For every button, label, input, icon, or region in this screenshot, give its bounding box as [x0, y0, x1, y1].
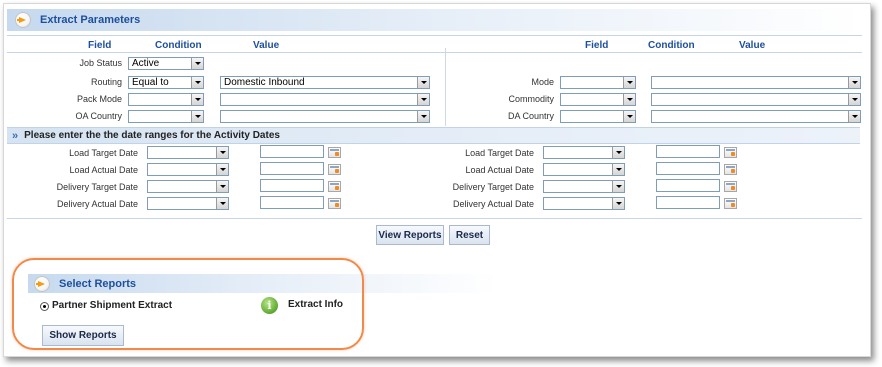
chevron-down-icon: [848, 77, 860, 88]
chevron-down-icon: [612, 164, 624, 175]
load-actual-date-select-right[interactable]: [543, 163, 625, 176]
col-field-left: Field: [88, 40, 112, 51]
load-target-date-label-right: Load Target Date: [465, 148, 534, 158]
double-chevron-icon: »: [12, 129, 19, 142]
routing-condition-value: Equal to: [132, 77, 169, 88]
chevron-down-icon: [612, 198, 624, 209]
header-divider: [7, 35, 862, 36]
column-split-divider: [445, 48, 446, 126]
da-country-value-select[interactable]: [651, 110, 861, 123]
mode-label: Mode: [531, 77, 554, 87]
job-status-value: Active: [132, 58, 160, 69]
load-actual-date-input-left[interactable]: [260, 162, 324, 175]
chevron-down-icon: [216, 181, 228, 192]
load-actual-date-label-left: Load Actual Date: [69, 165, 138, 175]
chevron-down-icon: [612, 147, 624, 158]
delivery-target-date-input-right[interactable]: [656, 179, 720, 192]
chevron-down-icon: [623, 94, 635, 105]
routing-label: Routing: [90, 77, 122, 87]
form-bottom-divider: [7, 218, 862, 219]
calendar-icon[interactable]: [724, 147, 737, 158]
commodity-condition-select[interactable]: [560, 93, 636, 106]
chevron-down-icon: [848, 111, 860, 122]
delivery-actual-date-input-right[interactable]: [656, 196, 720, 209]
load-target-date-label-left: Load Target Date: [69, 148, 138, 158]
delivery-actual-date-label-right: Delivery Actual Date: [452, 199, 534, 209]
calendar-icon[interactable]: [724, 198, 737, 209]
da-country-condition-select[interactable]: [560, 110, 636, 123]
chevron-down-icon: [417, 77, 429, 88]
delivery-target-date-input-left[interactable]: [260, 179, 324, 192]
chevron-down-icon: [417, 94, 429, 105]
date-ranges-title: Please enter the the date ranges for the…: [24, 130, 280, 141]
load-actual-date-select-left[interactable]: [147, 163, 229, 176]
delivery-target-date-label-left: Delivery Target Date: [56, 182, 138, 192]
oa-country-value-select[interactable]: [220, 110, 430, 123]
load-target-date-input-left[interactable]: [260, 145, 324, 158]
routing-condition-select[interactable]: Equal to: [128, 76, 204, 89]
chevron-down-icon: [612, 181, 624, 192]
calendar-icon[interactable]: [724, 181, 737, 192]
routing-value: Domestic Inbound: [224, 77, 305, 88]
orange-arrow-icon: [15, 12, 31, 28]
oa-country-condition-select[interactable]: [128, 110, 204, 123]
calendar-icon[interactable]: [328, 147, 341, 158]
select-reports-highlight: [12, 258, 364, 350]
calendar-icon[interactable]: [328, 198, 341, 209]
pack-mode-label: Pack Mode: [76, 94, 122, 104]
commodity-value-select[interactable]: [651, 93, 861, 106]
pack-mode-condition-select[interactable]: [128, 93, 204, 106]
chevron-down-icon: [216, 147, 228, 158]
view-reports-button[interactable]: View Reports: [376, 225, 444, 245]
col-condition-left: Condition: [155, 40, 202, 51]
chevron-down-icon: [191, 94, 203, 105]
col-condition-right: Condition: [648, 40, 695, 51]
da-country-label: DA Country: [507, 111, 554, 121]
load-actual-date-label-right: Load Actual Date: [465, 165, 534, 175]
calendar-icon[interactable]: [328, 164, 341, 175]
load-actual-date-input-right[interactable]: [656, 162, 720, 175]
delivery-target-date-label-right: Delivery Target Date: [452, 182, 534, 192]
calendar-icon[interactable]: [328, 181, 341, 192]
mode-value-select[interactable]: [651, 76, 861, 89]
chevron-down-icon: [417, 111, 429, 122]
load-target-date-select-left[interactable]: [147, 146, 229, 159]
date-ranges-band: » Please enter the the date ranges for t…: [7, 127, 860, 144]
column-divider: [7, 52, 862, 53]
job-status-select[interactable]: Active: [128, 57, 204, 70]
job-status-label: Job Status: [79, 58, 122, 68]
oa-country-label: OA Country: [75, 111, 122, 121]
chevron-down-icon: [848, 94, 860, 105]
delivery-target-date-select-right[interactable]: [543, 180, 625, 193]
delivery-actual-date-input-left[interactable]: [260, 196, 324, 209]
chevron-down-icon: [191, 77, 203, 88]
delivery-actual-date-select-left[interactable]: [147, 197, 229, 210]
delivery-target-date-select-left[interactable]: [147, 180, 229, 193]
extract-parameters-title: Extract Parameters: [40, 14, 141, 26]
mode-condition-select[interactable]: [560, 76, 636, 89]
load-target-date-select-right[interactable]: [543, 146, 625, 159]
col-value-right: Value: [739, 40, 766, 51]
delivery-actual-date-label-left: Delivery Actual Date: [56, 199, 138, 209]
col-field-right: Field: [585, 40, 609, 51]
chevron-down-icon: [216, 164, 228, 175]
routing-value-select[interactable]: Domestic Inbound: [220, 76, 430, 89]
calendar-icon[interactable]: [724, 164, 737, 175]
reset-button[interactable]: Reset: [449, 225, 490, 245]
chevron-down-icon: [191, 111, 203, 122]
load-target-date-input-right[interactable]: [656, 145, 720, 158]
chevron-down-icon: [216, 198, 228, 209]
chevron-down-icon: [623, 111, 635, 122]
col-value-left: Value: [253, 40, 280, 51]
delivery-actual-date-select-right[interactable]: [543, 197, 625, 210]
chevron-down-icon: [623, 77, 635, 88]
extract-parameters-header: Extract Parameters: [7, 9, 862, 31]
commodity-label: Commodity: [508, 94, 554, 104]
chevron-down-icon: [191, 58, 203, 69]
pack-mode-value-select[interactable]: [220, 93, 430, 106]
